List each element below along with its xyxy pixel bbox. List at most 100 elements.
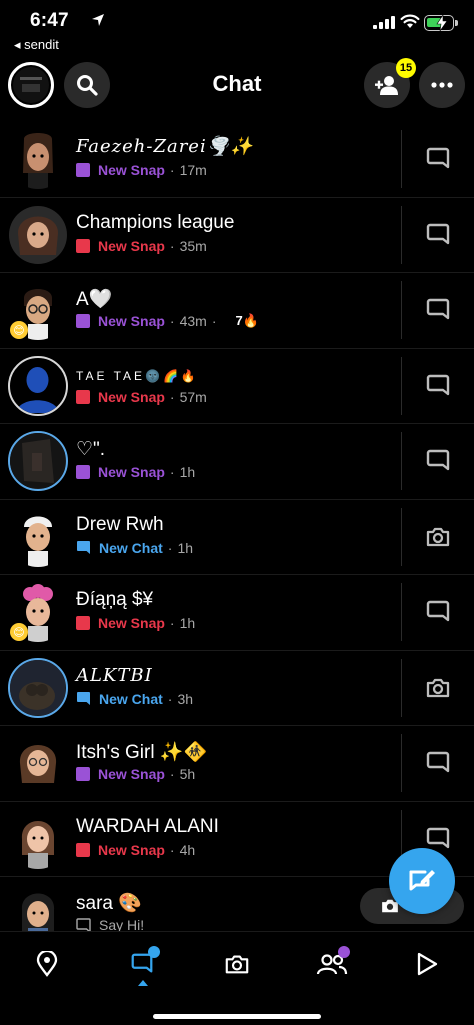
status-label: New Snap bbox=[98, 841, 165, 858]
status-label: New Snap bbox=[98, 162, 165, 178]
nav-spotlight[interactable] bbox=[405, 942, 449, 986]
back-to-app-link[interactable]: ◂ sendit bbox=[14, 37, 59, 53]
chat-name: Champions league bbox=[76, 211, 235, 233]
chat-name: ♡". bbox=[76, 439, 106, 460]
chat-name: Drew Rwh bbox=[76, 513, 164, 535]
camera-icon bbox=[225, 955, 249, 974]
nav-camera[interactable] bbox=[215, 942, 259, 986]
chat-icon[interactable] bbox=[424, 372, 452, 400]
status-label: New Snap bbox=[98, 464, 165, 480]
nav-map[interactable] bbox=[25, 942, 69, 986]
battery-icon bbox=[424, 15, 458, 31]
chat-status: New Snap · 1h bbox=[76, 464, 195, 480]
status-time: 5h bbox=[179, 766, 196, 782]
status-label: New Snap bbox=[98, 313, 165, 329]
status-label: New Snap bbox=[98, 237, 165, 254]
camera-icon[interactable] bbox=[424, 674, 452, 702]
status-time: 4h bbox=[179, 841, 196, 858]
friend-emoji-icon: 😊 bbox=[10, 623, 28, 641]
new-snap-indicator bbox=[76, 389, 90, 404]
new-chat-button[interactable] bbox=[389, 848, 455, 914]
chat-name: Faezeh-Zarei🌪️✨ bbox=[76, 136, 254, 157]
location-arrow-icon bbox=[92, 14, 104, 26]
streak-count: 7🔥 bbox=[235, 313, 259, 328]
bitmoji-avatar bbox=[8, 205, 68, 265]
chat-row[interactable]: Faezeh-Zarei🌪️✨ New Snap · 17m bbox=[0, 122, 474, 198]
chat-row[interactable]: TAE TAE🌚🌈🔥 New Snap · 57m bbox=[0, 349, 474, 424]
chat-status: New Snap · 35m bbox=[76, 238, 207, 254]
wifi-icon bbox=[400, 14, 420, 28]
home-indicator[interactable] bbox=[153, 1014, 321, 1019]
status-time: 1h bbox=[179, 464, 196, 480]
new-chat-icon bbox=[77, 692, 90, 705]
story-avatar bbox=[8, 431, 68, 491]
chat-status: New Chat · 1h bbox=[76, 540, 193, 556]
chat-name: A🤍 bbox=[76, 289, 113, 310]
status-time: 3h bbox=[177, 690, 194, 707]
chat-status: New Snap · 57m bbox=[76, 389, 207, 405]
chat-name: TAE TAE🌚🌈🔥 bbox=[76, 368, 199, 383]
new-snap-indicator bbox=[76, 616, 90, 630]
chat-name: WARDAH ALANI bbox=[76, 815, 219, 837]
chat-row[interactable]: Champions league New Snap · 35m bbox=[0, 198, 474, 273]
chat-icon[interactable] bbox=[424, 598, 452, 626]
status-label: New Chat bbox=[99, 539, 163, 556]
chat-status: New Snap · 1h bbox=[76, 615, 195, 631]
new-snap-indicator bbox=[76, 163, 90, 177]
friend-request-badge: 15 bbox=[396, 58, 416, 78]
chat-row[interactable]: Drew Rwh New Chat · 1h bbox=[0, 500, 474, 575]
nav-friends[interactable] bbox=[310, 942, 354, 986]
chat-name: Đíąņą $¥ bbox=[76, 589, 154, 610]
chat-status: New Snap · 17m bbox=[76, 162, 207, 178]
new-snap-indicator bbox=[76, 842, 90, 857]
friends-unread-dot bbox=[338, 946, 350, 958]
status-time: 1h bbox=[179, 615, 196, 631]
bottom-navigation bbox=[0, 931, 474, 1025]
chat-icon[interactable] bbox=[424, 749, 452, 777]
map-icon bbox=[36, 951, 58, 977]
new-snap-indicator bbox=[76, 767, 90, 781]
status-time: 57m bbox=[179, 388, 207, 405]
compose-icon bbox=[409, 870, 435, 891]
chat-icon[interactable] bbox=[424, 296, 452, 324]
active-tab-indicator bbox=[138, 980, 148, 986]
chat-icon[interactable] bbox=[424, 447, 452, 475]
new-snap-indicator bbox=[76, 314, 90, 328]
chat-row[interactable]: ♡". New Snap · 1h bbox=[0, 424, 474, 500]
cellular-signal-icon bbox=[373, 16, 395, 29]
bitmoji-avatar bbox=[8, 507, 68, 567]
more-options-button[interactable] bbox=[419, 62, 465, 108]
chat-header: Chat 15 bbox=[0, 56, 474, 122]
camera-icon[interactable] bbox=[424, 523, 452, 551]
status-time: 35m bbox=[179, 237, 207, 254]
chat-name: Itsh's Girl ✨🚸 bbox=[76, 742, 208, 763]
chat-status: New Chat · 3h bbox=[76, 691, 193, 707]
new-chat-icon bbox=[77, 541, 90, 554]
chat-status: New Snap · 43m · 7🔥 bbox=[76, 313, 259, 329]
chat-row[interactable]: Itsh's Girl ✨🚸 New Snap · 5h bbox=[0, 726, 474, 802]
bitmoji-avatar bbox=[8, 129, 68, 189]
chat-status: New Snap · 5h bbox=[76, 766, 195, 782]
more-icon bbox=[431, 82, 453, 88]
chat-icon[interactable] bbox=[424, 221, 452, 249]
bitmoji-avatar bbox=[8, 809, 68, 869]
default-avatar bbox=[8, 355, 68, 416]
chat-status: New Snap · 4h bbox=[76, 842, 195, 858]
status-label: New Snap bbox=[98, 615, 165, 631]
chat-row[interactable]: 😊 Đíąņą $¥ New Snap · 1h bbox=[0, 575, 474, 651]
chat-row[interactable]: 😊 A🤍 New Snap · 43m · 7🔥 bbox=[0, 273, 474, 349]
add-friend-icon bbox=[375, 76, 398, 95]
chat-icon[interactable] bbox=[424, 145, 452, 173]
new-snap-indicator bbox=[76, 465, 90, 479]
spotlight-icon bbox=[417, 952, 438, 976]
status-time: 43m bbox=[179, 313, 207, 329]
bitmoji-avatar bbox=[8, 733, 68, 793]
chat-name: ALKTBI bbox=[76, 664, 153, 686]
story-avatar bbox=[8, 657, 68, 718]
status-bar: 6:47 ◂ sendit bbox=[0, 0, 474, 56]
status-label: New Snap bbox=[98, 766, 165, 782]
chat-name: sara 🎨 bbox=[76, 893, 142, 914]
status-time: 6:47 bbox=[30, 10, 69, 31]
status-time: 1h bbox=[177, 539, 194, 556]
chat-row[interactable]: ALKTBI New Chat · 3h bbox=[0, 651, 474, 726]
